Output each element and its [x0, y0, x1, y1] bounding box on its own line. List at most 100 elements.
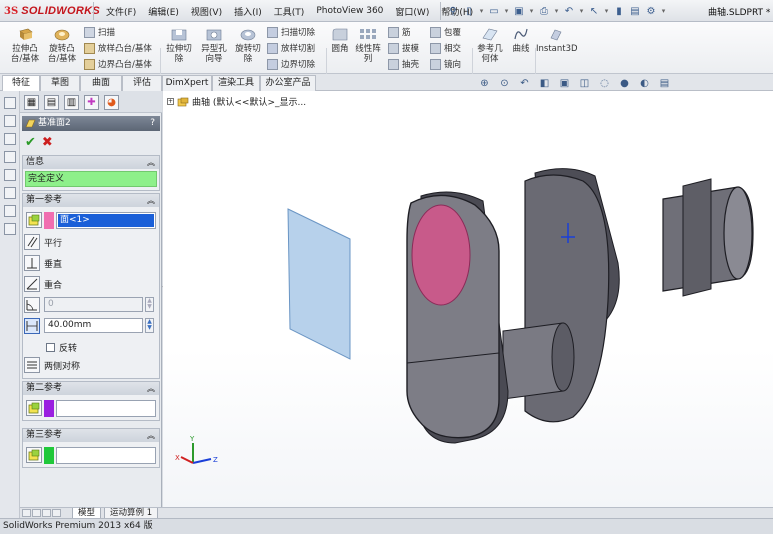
angle-input[interactable]: 0 — [44, 297, 143, 312]
revolve-boss-button[interactable]: 旋转凸 台/基体 — [44, 26, 80, 64]
offset-distance-spinner[interactable]: ▲ ▼ — [145, 318, 154, 333]
display-style-icon[interactable]: ◫ — [578, 77, 591, 90]
appearances-icon[interactable] — [3, 151, 16, 163]
chevron-up-icon[interactable]: ︽ — [147, 429, 155, 442]
shaft-shoulder[interactable] — [682, 178, 712, 297]
mirror-button[interactable]: 镜向 — [430, 57, 461, 71]
revolve-cut-button[interactable]: 旋转切 除 — [231, 26, 265, 64]
angle-option[interactable] — [24, 296, 40, 314]
parallel-option[interactable]: 平行 — [24, 233, 62, 251]
chevron-down-icon[interactable]: ▾ — [553, 5, 560, 18]
menu-tools[interactable]: 工具(T) — [268, 5, 311, 18]
section-view-icon[interactable]: ◧ — [538, 77, 551, 90]
angle-spinner[interactable]: ▲ ▼ — [145, 297, 154, 312]
file-properties-icon[interactable]: ▤ — [628, 5, 642, 18]
undo-icon[interactable]: ↶ — [562, 5, 576, 18]
chevron-down-icon[interactable]: ▾ — [660, 5, 667, 18]
tab-surfaces[interactable]: 曲面 — [80, 75, 122, 91]
chevron-up-icon[interactable]: ︽ — [147, 194, 155, 207]
first-tab-arrow-icon[interactable] — [22, 509, 31, 517]
menu-photoview[interactable]: PhotoView 360 — [310, 6, 389, 16]
boundary-boss-button[interactable]: 边界凸台/基体 — [84, 57, 152, 71]
first-reference-header[interactable]: 第一参考 ︽ — [23, 194, 159, 207]
extrude-boss-button[interactable]: 拉伸凸 台/基体 — [6, 26, 44, 64]
lofted-cut-button[interactable]: 放样切割 — [267, 41, 315, 55]
view-palette-icon[interactable] — [3, 133, 16, 145]
draft-button[interactable]: 拔模 — [388, 41, 419, 55]
hole-wizard-button[interactable]: 异型孔 向导 — [197, 26, 231, 64]
display-manager-tab-icon[interactable]: ◕ — [104, 95, 119, 110]
reference-geometry-button[interactable]: 参考几 何体 — [474, 26, 506, 64]
loft-boss-button[interactable]: 放样凸台/基体 — [84, 41, 152, 55]
hide-show-items-icon[interactable]: ◌ — [598, 77, 611, 90]
chevron-down-icon[interactable]: ▾ — [578, 5, 585, 18]
perpendicular-option[interactable]: 垂直 — [24, 254, 62, 272]
zoom-to-fit-icon[interactable]: ⊕ — [478, 77, 491, 90]
first-reference-selection-item[interactable]: 面<1> — [58, 214, 154, 227]
tab-features[interactable]: 特征 — [2, 75, 40, 92]
offset-distance-option[interactable] — [24, 317, 40, 335]
save-icon[interactable]: ▣ — [512, 5, 526, 18]
pin-icon[interactable]: ⚲ — [446, 5, 460, 18]
menu-window[interactable]: 窗口(W) — [389, 5, 435, 18]
property-manager-tab-icon[interactable]: ▤ — [44, 95, 59, 110]
selected-face[interactable] — [411, 204, 471, 306]
edit-appearance-icon[interactable]: ● — [618, 77, 631, 90]
menu-edit[interactable]: 编辑(E) — [142, 5, 185, 18]
tab-dimxpert[interactable]: DimXpert — [162, 75, 212, 91]
configuration-manager-tab-icon[interactable]: ▥ — [64, 95, 79, 110]
print-icon[interactable]: ⎙ — [537, 5, 551, 18]
wrap-button[interactable]: 包覆 — [430, 25, 461, 39]
curves-button[interactable]: 曲线 — [508, 26, 534, 54]
chevron-up-icon[interactable]: ︽ — [147, 382, 155, 395]
help-button[interactable]: ? — [150, 116, 155, 131]
chevron-down-icon[interactable]: ▾ — [478, 5, 485, 18]
offset-distance-input[interactable]: 40.00mm — [44, 318, 143, 333]
forum-icon[interactable] — [3, 205, 16, 217]
intersect-button[interactable]: 相交 — [430, 41, 461, 55]
coincident-option[interactable]: 重合 — [24, 275, 62, 293]
resources-icon[interactable] — [3, 187, 16, 199]
tab-office-products[interactable]: 办公室产品 — [260, 75, 316, 91]
feature-manager-tab-icon[interactable]: ▦ — [24, 95, 39, 110]
second-reference-header[interactable]: 第二参考 ︽ — [23, 382, 159, 395]
second-reference-selection-box[interactable] — [56, 400, 156, 417]
view-settings-icon[interactable]: ▤ — [658, 77, 671, 90]
mid-plane-option[interactable]: 两侧对称 — [24, 356, 80, 374]
third-reference-selection-box[interactable] — [56, 447, 156, 464]
chevron-down-icon[interactable]: ▾ — [503, 5, 510, 18]
tab-sketch[interactable]: 草图 — [40, 75, 80, 91]
instant3d-button[interactable]: Instant3D — [536, 26, 578, 54]
swept-cut-button[interactable]: 扫描切除 — [267, 25, 315, 39]
menu-view[interactable]: 视图(V) — [185, 5, 228, 18]
custom-properties-icon[interactable] — [3, 169, 16, 181]
chevron-down-icon[interactable]: ▾ — [603, 5, 610, 18]
previous-view-icon[interactable]: ↶ — [518, 77, 531, 90]
preview-plane[interactable] — [287, 208, 351, 360]
options-gear-icon[interactable]: ⚙ — [644, 5, 658, 18]
extrude-cut-button[interactable]: 拉伸切 除 — [162, 26, 196, 64]
tab-render-tools[interactable]: 渲染工具 — [212, 75, 260, 91]
prev-tab-arrow-icon[interactable] — [32, 509, 41, 517]
design-library-icon[interactable] — [3, 97, 16, 109]
shell-button[interactable]: 抽壳 — [388, 57, 419, 71]
ok-check-icon[interactable]: ✔ — [25, 135, 36, 150]
shaft-end-face[interactable] — [723, 186, 753, 280]
menu-file[interactable]: 文件(F) — [100, 5, 142, 18]
zoom-to-area-icon[interactable]: ⊙ — [498, 77, 511, 90]
cancel-x-icon[interactable]: ✖ — [42, 135, 53, 150]
select-arrow-icon[interactable]: ↖ — [587, 5, 601, 18]
file-explorer-icon[interactable] — [3, 115, 16, 127]
chevron-up-icon[interactable]: ︽ — [147, 156, 155, 169]
crank-pin-end[interactable] — [551, 322, 575, 392]
next-tab-arrow-icon[interactable] — [42, 509, 51, 517]
open-folder-icon[interactable]: ▭ — [487, 5, 501, 18]
apply-scene-icon[interactable]: ◐ — [638, 77, 651, 90]
solidworks-logo[interactable]: 3S SOLIDWORKS — [4, 3, 100, 19]
chevron-down-icon[interactable]: ▾ — [528, 5, 535, 18]
first-reference-selection-box[interactable]: 面<1> — [56, 212, 156, 229]
menu-insert[interactable]: 插入(I) — [228, 5, 268, 18]
view-orientation-icon[interactable]: ▣ — [558, 77, 571, 90]
sweep-button[interactable]: 扫描 — [84, 25, 115, 39]
flip-checkbox[interactable]: 反转 — [46, 341, 77, 354]
